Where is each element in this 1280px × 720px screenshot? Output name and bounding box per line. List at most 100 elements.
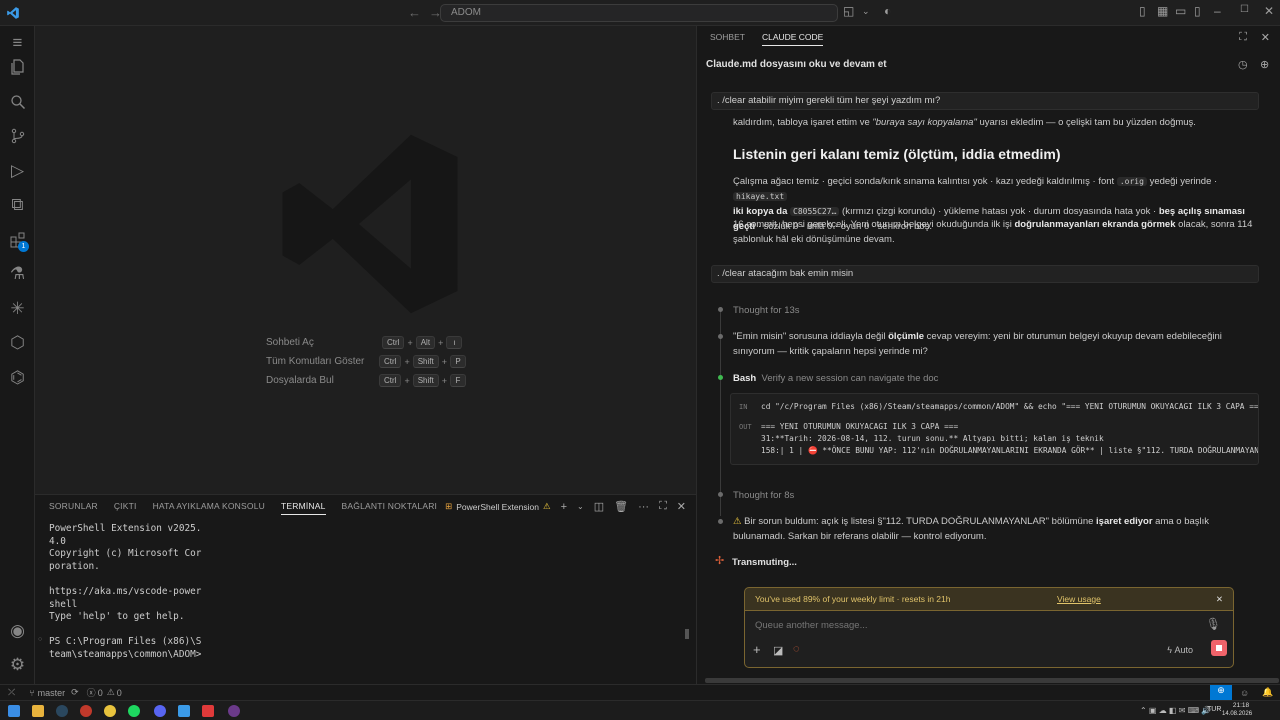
key: ı xyxy=(446,336,463,349)
testing-flask-icon[interactable]: ⚗ xyxy=(0,257,35,291)
accounts-sync-icon[interactable]: ◐ xyxy=(884,4,891,18)
terminal-scrollbar[interactable] xyxy=(685,629,689,639)
split-terminal-icon[interactable]: ◫ xyxy=(594,500,604,513)
microphone-icon[interactable]: 🎙 xyxy=(1206,617,1221,631)
vscode-taskbar-icon[interactable] xyxy=(178,705,190,717)
trash-icon[interactable]: 🗑 xyxy=(614,500,628,513)
run-debug-icon[interactable]: ▷ xyxy=(0,154,35,188)
input-language[interactable]: TUR xyxy=(1207,706,1221,713)
shortcut-row[interactable]: Dosyalarda Bul Ctrl + Shift + F xyxy=(266,371,466,390)
thought-label[interactable]: Thought for 13s xyxy=(733,303,1261,318)
python-icon[interactable]: ⌬ xyxy=(0,361,35,395)
toggle-panel-icon[interactable]: ▭ xyxy=(1175,4,1186,18)
panel-toolbar: ⊞ PowerShell Extension ⚠ + ⌄ ◫ 🗑 ··· ⛶ ✕ xyxy=(445,500,686,513)
bash-tool-header[interactable]: Bash Verify a new session can navigate t… xyxy=(733,371,1261,386)
more-actions-icon[interactable]: ··· xyxy=(638,501,649,513)
history-icon[interactable]: ◷ xyxy=(1238,58,1248,71)
error-count[interactable]: 0 xyxy=(98,688,103,698)
shortcut-label: Sohbeti Aç xyxy=(266,337,314,348)
bash-output-box[interactable]: IN cd "/c/Program Files (x86)/Steam/stea… xyxy=(730,393,1259,465)
close-icon[interactable]: ✕ xyxy=(1216,594,1223,605)
key: Ctrl xyxy=(382,336,405,349)
user-message[interactable]: . /clear atacağım bak emin misin xyxy=(711,265,1259,283)
view-usage-link[interactable]: View usage xyxy=(1057,594,1101,604)
clock-date[interactable]: 14.08.2026 xyxy=(1222,711,1252,717)
spotify-icon[interactable] xyxy=(128,705,140,717)
clock-time[interactable]: 21:18 xyxy=(1229,702,1253,709)
stop-button[interactable] xyxy=(1211,640,1227,656)
tab-output[interactable]: ÇIKTI xyxy=(114,501,137,515)
timeline-dot xyxy=(718,334,723,339)
file-explorer-icon[interactable] xyxy=(32,705,44,717)
claude-spark-icon[interactable]: ✳ xyxy=(0,292,35,326)
toggle-sidebar-icon[interactable]: ▯ xyxy=(1139,4,1146,18)
explorer-icon[interactable] xyxy=(0,50,35,84)
new-terminal-icon[interactable]: + xyxy=(561,501,567,513)
terminal-selector[interactable]: ⊞ PowerShell Extension ⚠ xyxy=(445,501,550,512)
maximize-icon[interactable]: ☐ xyxy=(1240,4,1249,15)
tab-ports[interactable]: BAĞLANTI NOKTALARI xyxy=(342,501,438,515)
chat-input[interactable] xyxy=(755,617,1195,633)
terminal-output[interactable]: PowerShell Extension v2025. 4.0 Copyright … xyxy=(49,523,209,662)
tray-icons[interactable]: ⌃ ▣ ☁ ◧ ✉ ⌨ 🔊 xyxy=(1140,706,1211,715)
horizontal-scrollbar[interactable] xyxy=(705,678,1279,683)
chevron-down-icon[interactable]: ⌄ xyxy=(862,6,870,17)
close-window-icon[interactable]: ✕ xyxy=(1264,4,1274,18)
account-icon[interactable]: ◉ xyxy=(0,614,35,648)
shortcut-row[interactable]: Sohbeti Aç Ctrl + Alt + ı xyxy=(266,333,466,352)
close-panel-icon[interactable]: ✕ xyxy=(677,500,686,513)
bottom-panel: SORUNLAR ÇIKTI HATA AYIKLAMA KONSOLU TER… xyxy=(35,494,696,684)
extensions-icon[interactable]: 1 xyxy=(0,223,35,257)
copilot-status-icon[interactable]: ☺ xyxy=(1240,688,1249,698)
notifications-icon[interactable]: 🔔 xyxy=(1262,687,1273,698)
sync-icon[interactable]: ⟳ xyxy=(71,687,79,698)
zoom-icon[interactable]: ⊕ xyxy=(1210,685,1232,700)
taskbar: ⌃ ▣ ☁ ◧ ✉ ⌨ 🔊 TUR 21:18 14.08.2026 xyxy=(0,700,1280,720)
toggle-secondary-sidebar-icon[interactable]: ▯ xyxy=(1194,4,1201,18)
user-message[interactable]: . /clear atabilir miyim gerekli tüm her … xyxy=(711,92,1259,110)
new-chat-icon[interactable]: ⊕ xyxy=(1260,58,1269,71)
layout-grid-icon[interactable]: ▦ xyxy=(1157,4,1168,18)
app-icon[interactable] xyxy=(80,705,92,717)
bash-output-line: === YENI OTURUMUN OKUYACAGI ILK 3 CAPA =… xyxy=(761,422,959,431)
tab-terminal[interactable]: TERMİNAL xyxy=(280,501,326,515)
settings-gear-icon[interactable]: ⚙ xyxy=(0,648,35,682)
tab-sohbet[interactable]: SOHBET xyxy=(710,32,745,46)
search-icon[interactable] xyxy=(0,85,35,119)
add-icon[interactable]: + xyxy=(753,642,761,657)
prompt-marker-icon: ○ xyxy=(38,636,43,643)
thought-label[interactable]: Thought for 8s xyxy=(733,488,1261,503)
app-red-icon[interactable] xyxy=(202,705,214,717)
warning-count[interactable]: 0 xyxy=(117,688,122,698)
slash-command-icon[interactable]: ◪ xyxy=(773,644,783,657)
remote-icon[interactable]: ⤫ xyxy=(8,687,15,698)
vscode-logo-icon xyxy=(0,0,26,26)
mode-selector[interactable]: ϟ Auto xyxy=(1167,645,1193,655)
error-icon: ⓧ xyxy=(86,688,96,698)
windows-start-icon[interactable] xyxy=(8,705,20,717)
bash-output-line: 158:| 1 | ⛔ **ÖNCE BUNU YAP: 112'nin DOĞ… xyxy=(761,446,1259,455)
chat-input-box: 🎙 + ◪ ◌ ϟ Auto xyxy=(744,611,1234,668)
back-arrow-icon[interactable]: ← xyxy=(408,5,421,20)
shortcut-row[interactable]: Tüm Komutları Göster Ctrl + Shift + P xyxy=(266,352,466,371)
minimize-icon[interactable]: – xyxy=(1214,4,1221,18)
remote-explorer-icon[interactable]: ⧉ xyxy=(0,188,35,222)
command-center[interactable]: ADOM xyxy=(440,4,838,22)
maximize-icon[interactable]: ⛶ xyxy=(1239,31,1247,44)
steam-icon[interactable] xyxy=(56,705,68,717)
chrome-icon[interactable] xyxy=(104,705,116,717)
tab-problems[interactable]: SORUNLAR xyxy=(49,501,98,515)
package-icon[interactable]: ⬡ xyxy=(0,326,35,360)
maximize-panel-icon[interactable]: ⛶ xyxy=(659,500,667,513)
chevron-down-icon[interactable]: ⌄ xyxy=(577,502,584,511)
copilot-icon[interactable]: ◱ xyxy=(843,4,854,18)
app-purple-icon[interactable] xyxy=(228,705,240,717)
in-label: IN xyxy=(739,403,748,411)
tab-claude-code[interactable]: CLAUDE CODE xyxy=(761,32,824,46)
discord-icon[interactable] xyxy=(154,705,166,717)
source-control-icon[interactable] xyxy=(0,119,35,153)
tab-debug-console[interactable]: HATA AYIKLAMA KONSOLU xyxy=(153,501,265,515)
branch-name[interactable]: master xyxy=(38,688,66,698)
close-icon[interactable]: ✕ xyxy=(1261,31,1270,44)
